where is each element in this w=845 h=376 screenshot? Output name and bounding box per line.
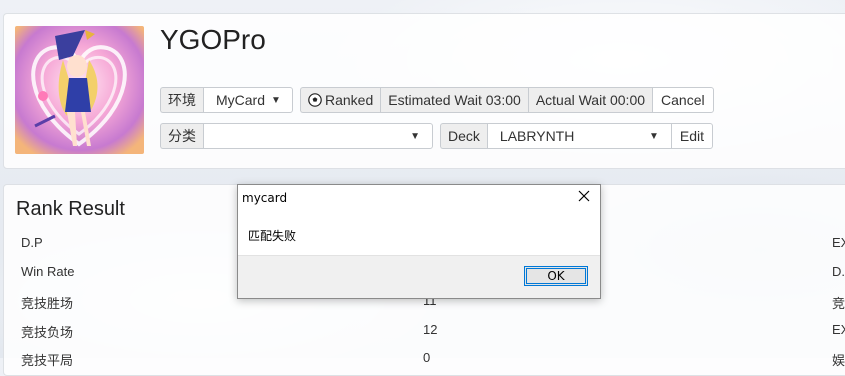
category-select[interactable]: ▼ <box>203 123 433 149</box>
ranked-label-box: Ranked <box>300 87 381 113</box>
ranked-label: Ranked <box>325 92 374 108</box>
app-title: YGOPro <box>160 24 266 55</box>
environment-label: 环境 <box>160 87 203 113</box>
stat-right-label: EX <box>832 322 845 337</box>
environment-select[interactable]: MyCard ▼ <box>203 87 293 113</box>
edit-deck-button[interactable]: Edit <box>670 123 714 149</box>
soccer-ball-icon <box>308 93 322 107</box>
environment-value: MyCard <box>216 92 266 108</box>
ranked-status-group: Ranked Estimated Wait 03:00 Actual Wait … <box>300 87 714 113</box>
dialog-message: 匹配失败 <box>248 229 297 243</box>
stat-label: Win Rate <box>21 264 75 279</box>
category-select-group: 分类 ▼ <box>160 123 433 149</box>
error-dialog: mycard 匹配失败 OK <box>237 184 601 299</box>
dialog-title: mycard <box>242 191 288 205</box>
stat-value: 12 <box>423 322 438 337</box>
stat-label: D.P <box>21 235 43 250</box>
deck-select-group: Deck LABRYNTH ▼ Edit <box>440 123 714 149</box>
stat-label: 竞技平局 <box>21 353 74 368</box>
avatar <box>15 26 144 154</box>
rank-result-title: Rank Result <box>16 198 125 220</box>
dialog-footer: OK <box>238 255 600 298</box>
close-icon[interactable] <box>576 188 592 204</box>
deck-value: LABRYNTH <box>499 128 575 144</box>
actual-wait: Actual Wait 00:00 <box>527 87 653 113</box>
stat-right-label: EX <box>832 235 845 250</box>
deck-label: Deck <box>440 123 487 149</box>
cancel-button[interactable]: Cancel <box>652 87 714 113</box>
category-label: 分类 <box>160 123 203 149</box>
environment-select-group: 环境 MyCard ▼ <box>160 87 293 113</box>
stat-label: 竞技胜场 <box>21 296 74 311</box>
stat-right-label: 竞 <box>832 296 845 311</box>
stat-right-label: 娱 <box>832 353 845 368</box>
ok-button[interactable]: OK <box>524 266 588 286</box>
stat-right-label: D. <box>832 264 845 279</box>
chevron-down-icon: ▼ <box>271 94 281 106</box>
chevron-down-icon: ▼ <box>410 130 420 142</box>
stat-label: 竞技负场 <box>21 325 74 340</box>
chevron-down-icon: ▼ <box>649 130 659 142</box>
estimated-wait: Estimated Wait 03:00 <box>380 87 528 113</box>
deck-select[interactable]: LABRYNTH ▼ <box>486 123 671 149</box>
